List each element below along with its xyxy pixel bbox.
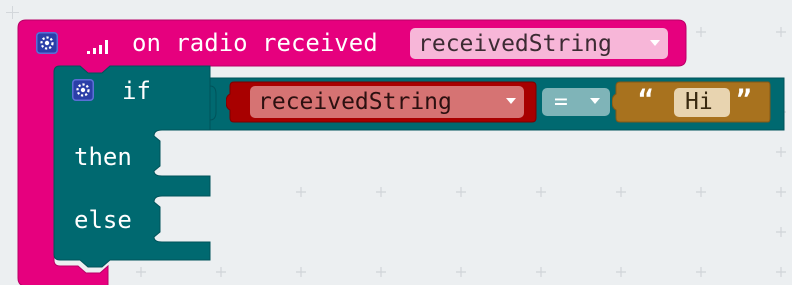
string-open-quote: “ [638,85,654,115]
comparison-operator-dropdown[interactable]: = [542,88,610,116]
string-value-field[interactable]: Hi [674,88,730,117]
gear-icon [76,83,90,97]
else-label: else [74,206,132,234]
dropdown-caret-icon [650,40,660,46]
comparison-operator-label: = [554,89,568,115]
dropdown-caret-icon [590,98,600,104]
then-label: then [74,143,132,171]
signal-strength-icon [87,40,108,54]
blocks-workspace[interactable]: on radio received receivedString if then… [0,0,792,285]
event-settings-gear[interactable] [36,32,58,54]
gear-icon [40,36,54,50]
string-value-label: Hi [685,89,713,115]
event-variable-label: receivedString [418,31,612,57]
dropdown-caret-icon [506,98,516,104]
if-settings-gear[interactable] [72,79,94,101]
string-close-quote: ” [736,85,752,115]
condition-variable-label: receivedString [258,89,452,115]
condition-variable-dropdown[interactable]: receivedString [250,86,524,118]
if-label: if [122,77,151,105]
event-variable-dropdown[interactable]: receivedString [410,28,668,59]
event-label: on radio received [132,29,378,57]
